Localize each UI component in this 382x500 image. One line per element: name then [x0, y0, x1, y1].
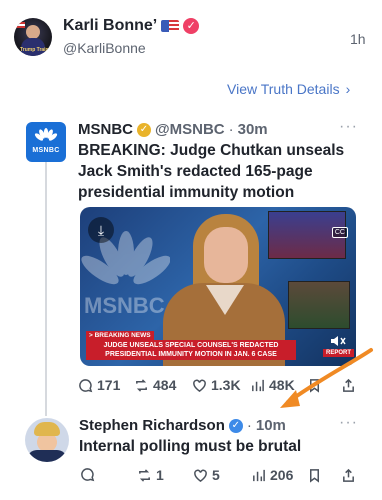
verified-badge-icon: ✓ [228, 418, 243, 433]
msnbc-avatar[interactable]: MSNBC [26, 122, 66, 162]
author-handle[interactable]: @KarliBonne [63, 40, 146, 56]
heart-icon [194, 469, 207, 482]
quoted-author-row[interactable]: MSNBC ✓ @MSNBC · 30m [78, 121, 268, 138]
reply-author-name[interactable]: Stephen Richardson [79, 417, 225, 434]
download-icon[interactable]: ⤓ [88, 217, 114, 243]
reply-author-row[interactable]: Stephen Richardson ✓ · 10m [79, 417, 286, 434]
repost-icon [136, 378, 147, 392]
separator-dot: · [246, 417, 252, 434]
repost-icon [139, 468, 150, 482]
msnbc-avatar-label: MSNBC [32, 147, 60, 154]
chyron-line-2: PRESIDENTIAL IMMUNITY MOTION IN JAN. 6 C… [105, 351, 277, 358]
more-options-icon[interactable]: ··· [339, 414, 358, 432]
like-button[interactable]: 1.3K [192, 377, 241, 393]
reply-button[interactable] [80, 467, 95, 482]
verified-badge-icon: ✓ [137, 122, 151, 137]
quoted-author-name[interactable]: MSNBC [78, 121, 133, 138]
quoted-text: BREAKING: Judge Chutkan unseals Jack Smi… [78, 142, 345, 201]
video-player[interactable]: MSNBC ⤓ CC > BREAKING NEWS JUDGE UNSEALS… [80, 207, 356, 366]
like-button[interactable]: 5 [193, 467, 220, 483]
reply-button[interactable]: 171 [78, 377, 120, 393]
retruth-count: 1 [156, 467, 164, 483]
author-name-row[interactable]: Karli Bonne’ ✓ [63, 17, 200, 35]
retruth-button[interactable]: 1 [137, 467, 164, 483]
separator-dot: · [228, 121, 234, 138]
captions-icon[interactable]: CC [331, 227, 348, 238]
bar-chart-icon [252, 379, 264, 391]
reply-time: 10m [255, 417, 286, 434]
msnbc-watermark: MSNBC [84, 293, 165, 318]
bar-chart-icon [253, 469, 265, 481]
breaking-news-tag: > BREAKING NEWS [86, 331, 154, 340]
retruth-count: 484 [153, 377, 177, 393]
reply-action-bar: 1 5 206 [0, 464, 382, 488]
annotation-arrow [280, 348, 373, 408]
view-count: 206 [270, 467, 294, 483]
avatar-flag [16, 22, 25, 28]
heart-icon [193, 379, 206, 392]
quoted-author-handle[interactable]: @MSNBC [155, 121, 225, 138]
verified-badge-icon: ✓ [183, 18, 200, 34]
reply-count: 171 [97, 377, 121, 393]
post-time: 1h [350, 31, 366, 47]
more-options-icon[interactable]: ··· [339, 118, 358, 136]
like-count: 1.3K [211, 377, 241, 393]
view-truth-details-link[interactable]: View Truth Details › [227, 81, 350, 97]
share-button[interactable] [341, 468, 356, 483]
chyron-text: JUDGE UNSEALS SPECIAL COUNSEL'S REDACTED… [86, 340, 296, 360]
views-button[interactable]: 206 [251, 467, 293, 483]
speech-bubble-icon [79, 378, 93, 392]
author-avatar[interactable]: Trump Train [14, 18, 52, 56]
avatar-hair [34, 422, 60, 436]
studio-monitor [288, 281, 350, 329]
us-flag-icon [161, 20, 180, 32]
reply-author-avatar[interactable] [25, 418, 69, 462]
share-icon [343, 468, 354, 482]
chyron-line-1: JUDGE UNSEALS SPECIAL COUNSEL'S REDACTED [103, 342, 279, 349]
quoted-time: 30m [237, 121, 268, 138]
speech-bubble-icon [81, 468, 95, 482]
view-details-label: View Truth Details [227, 81, 340, 97]
news-chyron: > BREAKING NEWS JUDGE UNSEALS SPECIAL CO… [80, 331, 296, 360]
author-name[interactable]: Karli Bonne’ [63, 17, 157, 35]
retruth-button[interactable]: 484 [134, 377, 176, 393]
chevron-right-icon: › [345, 81, 351, 97]
peacock-icon [34, 128, 58, 141]
reply-text: Internal polling must be brutal [79, 438, 302, 455]
bookmark-icon [310, 469, 319, 483]
anchor-face [204, 227, 248, 283]
like-count: 5 [212, 467, 220, 483]
bookmark-button[interactable] [307, 468, 322, 483]
avatar-suit [27, 450, 67, 462]
avatar-figure-head [26, 25, 40, 39]
avatar-text: Trump Train [20, 47, 49, 53]
